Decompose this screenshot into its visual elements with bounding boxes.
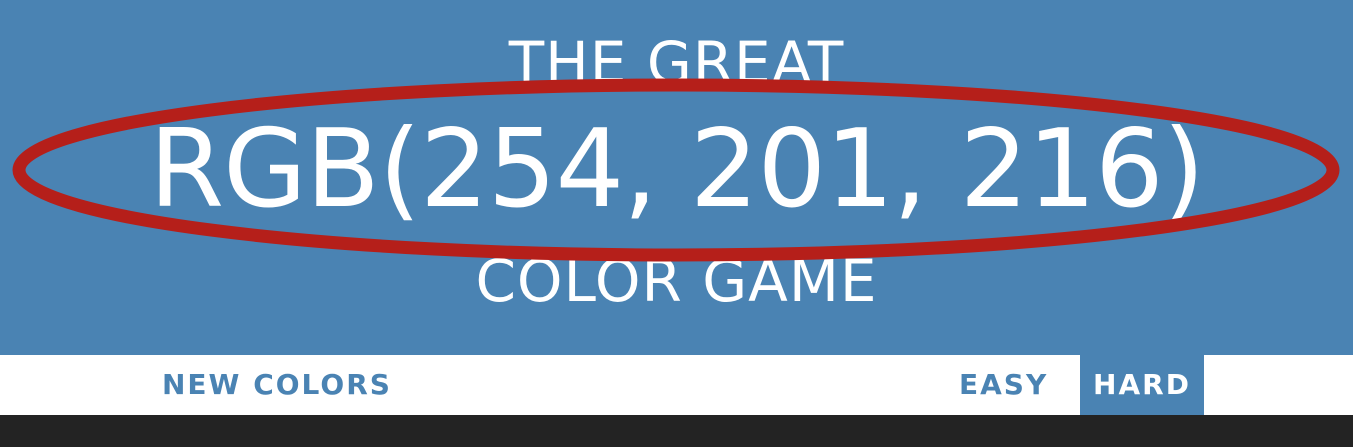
easy-mode-button[interactable]: EASY bbox=[945, 355, 1062, 415]
rgb-color-display: RGB(254, 201, 216) bbox=[149, 107, 1205, 232]
title-the-great: THE GREAT bbox=[508, 29, 845, 97]
control-stripe: NEW COLORS EASY HARD bbox=[0, 355, 1353, 415]
title-color-game: COLOR GAME bbox=[475, 247, 878, 315]
game-header: THE GREAT RGB(254, 201, 216) COLOR GAME bbox=[0, 0, 1353, 355]
color-squares-board bbox=[0, 415, 1353, 447]
hard-mode-button[interactable]: HARD bbox=[1080, 355, 1204, 415]
new-colors-button[interactable]: NEW COLORS bbox=[148, 355, 406, 415]
